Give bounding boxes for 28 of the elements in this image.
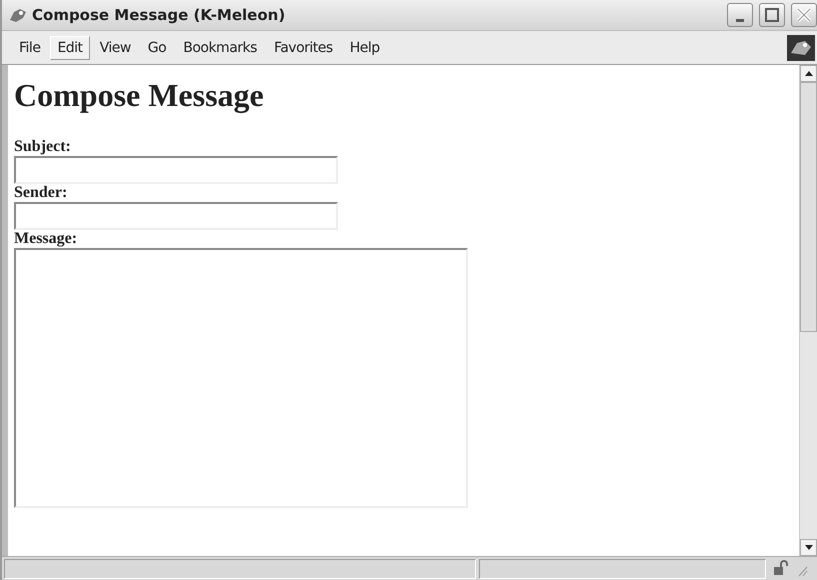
field-label: Message: xyxy=(14,230,78,248)
menu-item[interactable]: File xyxy=(12,36,48,60)
text-field[interactable] xyxy=(14,202,338,230)
down-arrow-icon xyxy=(804,545,812,550)
app-icon xyxy=(8,6,28,24)
menu-item[interactable]: Help xyxy=(342,36,387,60)
text-field[interactable] xyxy=(14,156,338,184)
up-arrow-icon xyxy=(804,71,812,76)
menu-item[interactable]: Edit xyxy=(50,36,90,60)
menu-item[interactable]: Favorites xyxy=(266,36,340,60)
menu-item[interactable]: Bookmarks xyxy=(176,36,264,60)
page-heading: Compose Message xyxy=(14,77,265,114)
field-label: Sender: xyxy=(14,184,68,202)
menu-item[interactable]: View xyxy=(92,36,138,60)
scroll-up-button[interactable] xyxy=(800,65,817,82)
maximize-button[interactable] xyxy=(759,3,785,27)
lock-icon xyxy=(773,560,789,576)
scroll-down-button[interactable] xyxy=(800,539,817,556)
scrollbar-thumb[interactable] xyxy=(800,82,817,332)
close-icon xyxy=(796,7,812,23)
menu-item[interactable]: Go xyxy=(140,36,174,60)
minimize-icon xyxy=(736,18,744,22)
close-button[interactable] xyxy=(791,3,817,27)
field-label: Subject: xyxy=(14,138,72,156)
throbber-icon xyxy=(787,34,815,60)
window-title: Compose Message (K-Meleon) xyxy=(32,6,286,24)
maximize-icon xyxy=(765,8,779,22)
minimize-button[interactable] xyxy=(727,3,753,27)
